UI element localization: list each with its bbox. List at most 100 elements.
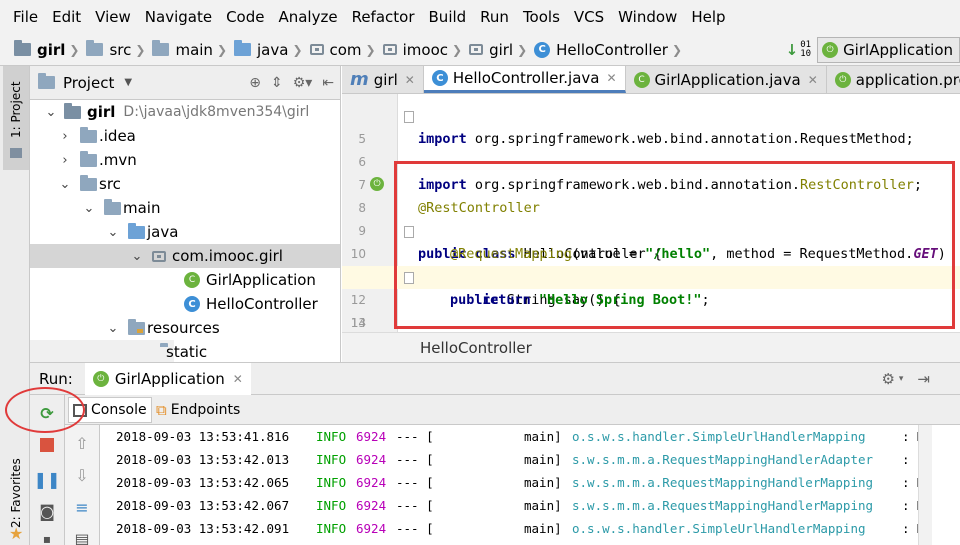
- run-configuration-select[interactable]: ⏻ GirlApplication: [817, 37, 960, 63]
- close-icon[interactable]: ✕: [808, 73, 818, 87]
- chevron-down-icon[interactable]: ▾: [899, 374, 904, 384]
- chevron-down-icon[interactable]: ⌄: [42, 105, 60, 120]
- project-panel: Project ▼ ⊕ ⇕ ⚙▾ ⇤ ⌄ girl D:\javaa\jdk8m…: [30, 66, 341, 362]
- tree-item-src[interactable]: ⌄ src: [30, 172, 340, 196]
- favorites-tool-tab[interactable]: 2: Favorites ★: [3, 434, 29, 544]
- locate-file-icon[interactable]: ⊕: [249, 75, 261, 91]
- menu-view[interactable]: View: [88, 0, 138, 34]
- chevron-right-icon: ❯: [69, 42, 80, 57]
- maven-icon: m: [350, 69, 369, 90]
- tree-item-idea[interactable]: › .idea: [30, 124, 340, 148]
- fold-marker-icon[interactable]: [404, 226, 414, 238]
- more-actions-icon[interactable]: ▪: [36, 529, 58, 545]
- tab-endpoints[interactable]: ⧉ Endpoints: [152, 397, 244, 423]
- close-icon[interactable]: ✕: [606, 71, 616, 85]
- tree-item-mvn[interactable]: › .mvn: [30, 148, 340, 172]
- code-area[interactable]: import org.springframework.web.bind.anno…: [342, 94, 960, 332]
- tree-item-girl[interactable]: ⌄ girl D:\javaa\jdk8mven354\girl: [30, 100, 340, 124]
- crumb-com[interactable]: com: [309, 41, 362, 59]
- menu-navigate[interactable]: Navigate: [138, 0, 219, 34]
- project-tool-tab[interactable]: 1: Project: [3, 66, 29, 170]
- update-project-icon[interactable]: ↓: [786, 41, 799, 59]
- run-tab-girlapplication[interactable]: ⏻ GirlApplication ✕: [84, 362, 251, 395]
- tree-item-java[interactable]: ⌄ java: [30, 220, 340, 244]
- menu-vcs[interactable]: VCS: [567, 0, 611, 34]
- stop-icon[interactable]: [36, 435, 58, 455]
- close-icon[interactable]: ✕: [233, 372, 243, 386]
- chevron-right-icon[interactable]: ›: [56, 153, 74, 168]
- close-icon[interactable]: ✕: [405, 73, 415, 87]
- chevron-right-icon[interactable]: ›: [56, 129, 74, 144]
- tab-hellocontroller[interactable]: C HelloController.java ✕: [423, 66, 626, 93]
- chevron-down-icon[interactable]: ⌄: [104, 225, 122, 240]
- log-line: 2018-09-03 13:53:42.013 INFO 6924 --- [ …: [116, 452, 932, 467]
- tree-item-resources[interactable]: ⌄ resources: [30, 316, 340, 340]
- code-line: 14: [350, 316, 366, 330]
- crumb-girl-module[interactable]: girl: [14, 40, 65, 59]
- chevron-down-icon[interactable]: ⌄: [56, 177, 74, 192]
- crumb-girl-package[interactable]: girl: [469, 41, 513, 59]
- crumb-java[interactable]: java: [234, 40, 288, 59]
- menu-refactor[interactable]: Refactor: [345, 0, 422, 34]
- menu-edit[interactable]: Edit: [45, 0, 88, 34]
- menu-build[interactable]: Build: [422, 0, 474, 34]
- tab-girl-pom[interactable]: m girl ✕: [342, 66, 424, 93]
- tab-application-properties[interactable]: ⏻ application.pro: [826, 66, 960, 93]
- project-tree: ⌄ girl D:\javaa\jdk8mven354\girl › .idea…: [30, 100, 340, 362]
- menu-run[interactable]: Run: [473, 0, 516, 34]
- tree-item-static[interactable]: static: [30, 340, 207, 362]
- menu-file[interactable]: File: [6, 0, 45, 34]
- spring-bean-gutter-icon[interactable]: ⏻: [370, 177, 384, 191]
- arrow-up-icon[interactable]: ⇧: [71, 433, 93, 453]
- tab-girlapplication[interactable]: C GirlApplication.java ✕: [625, 66, 827, 93]
- chevron-down-icon[interactable]: ⌄: [80, 201, 98, 216]
- code-line: 10 public String say() {: [342, 220, 960, 308]
- camera-icon[interactable]: ◙: [36, 501, 58, 521]
- fold-marker-icon[interactable]: [404, 111, 414, 123]
- left-tool-strip: 1: Project 2: Favorites ★: [0, 66, 30, 545]
- crumb-hellocontroller[interactable]: C HelloController: [534, 41, 668, 59]
- menu-window[interactable]: Window: [611, 0, 684, 34]
- arrow-down-icon[interactable]: ⇩: [71, 465, 93, 485]
- menu-help[interactable]: Help: [684, 0, 732, 34]
- log-line: 2018-09-03 13:53:41.816 INFO 6924 --- [ …: [116, 429, 932, 444]
- chevron-down-icon[interactable]: ▼: [124, 77, 132, 88]
- print-icon[interactable]: ▤: [71, 529, 93, 545]
- star-icon: ★: [9, 524, 24, 543]
- tree-item-girlapplication[interactable]: C GirlApplication: [30, 268, 340, 292]
- log-line: 2018-09-03 13:53:42.065 INFO 6924 --- [ …: [116, 475, 932, 490]
- menu-code[interactable]: Code: [219, 0, 271, 34]
- rerun-icon[interactable]: ⟳: [36, 403, 58, 423]
- tree-item-com-imooc-girl[interactable]: ⌄ com.imooc.girl: [30, 244, 340, 268]
- chevron-down-icon[interactable]: ⌄: [128, 249, 146, 264]
- hide-panel-icon[interactable]: ⇥: [917, 370, 930, 388]
- console-output[interactable]: 2018-09-03 13:53:41.816 INFO 6924 --- [ …: [100, 425, 932, 545]
- gear-icon[interactable]: ⚙: [881, 370, 894, 388]
- menu-analyze[interactable]: Analyze: [271, 0, 344, 34]
- binary-icon[interactable]: 01 10: [800, 41, 811, 59]
- code-line: 11 return "Hello Spring Boot!";: [351, 270, 710, 308]
- folder-icon: [104, 198, 121, 215]
- project-view-selector[interactable]: Project: [63, 74, 114, 92]
- gear-icon[interactable]: ⚙▾: [293, 75, 313, 91]
- editor-tab-bar: m girl ✕ C HelloController.java ✕ C Girl…: [342, 66, 960, 94]
- crumb-src[interactable]: src: [86, 40, 131, 59]
- menu-tools[interactable]: Tools: [516, 0, 567, 34]
- chevron-down-icon[interactable]: ⌄: [104, 321, 122, 336]
- crumb-main[interactable]: main: [152, 40, 213, 59]
- hide-panel-icon[interactable]: ⇤: [322, 75, 334, 91]
- console-scrollbar[interactable]: [918, 425, 932, 545]
- tree-item-hellocontroller[interactable]: C HelloController: [30, 292, 340, 316]
- pause-icon[interactable]: ❚❚: [34, 469, 61, 489]
- editor-breadcrumb[interactable]: HelloController: [342, 332, 960, 362]
- project-window-icon: [10, 148, 22, 158]
- class-icon: C: [431, 70, 448, 86]
- code-line: 5 import org.springframework.web.bind.an…: [342, 105, 960, 193]
- crumb-imooc[interactable]: imooc: [382, 41, 448, 59]
- code-line: 13 }: [350, 316, 366, 330]
- collapse-all-icon[interactable]: ⇕: [271, 75, 283, 91]
- soft-wrap-icon[interactable]: ≡: [71, 497, 93, 517]
- fold-marker-icon[interactable]: [404, 272, 414, 284]
- tab-console[interactable]: Console: [68, 397, 152, 423]
- tree-item-main[interactable]: ⌄ main: [30, 196, 340, 220]
